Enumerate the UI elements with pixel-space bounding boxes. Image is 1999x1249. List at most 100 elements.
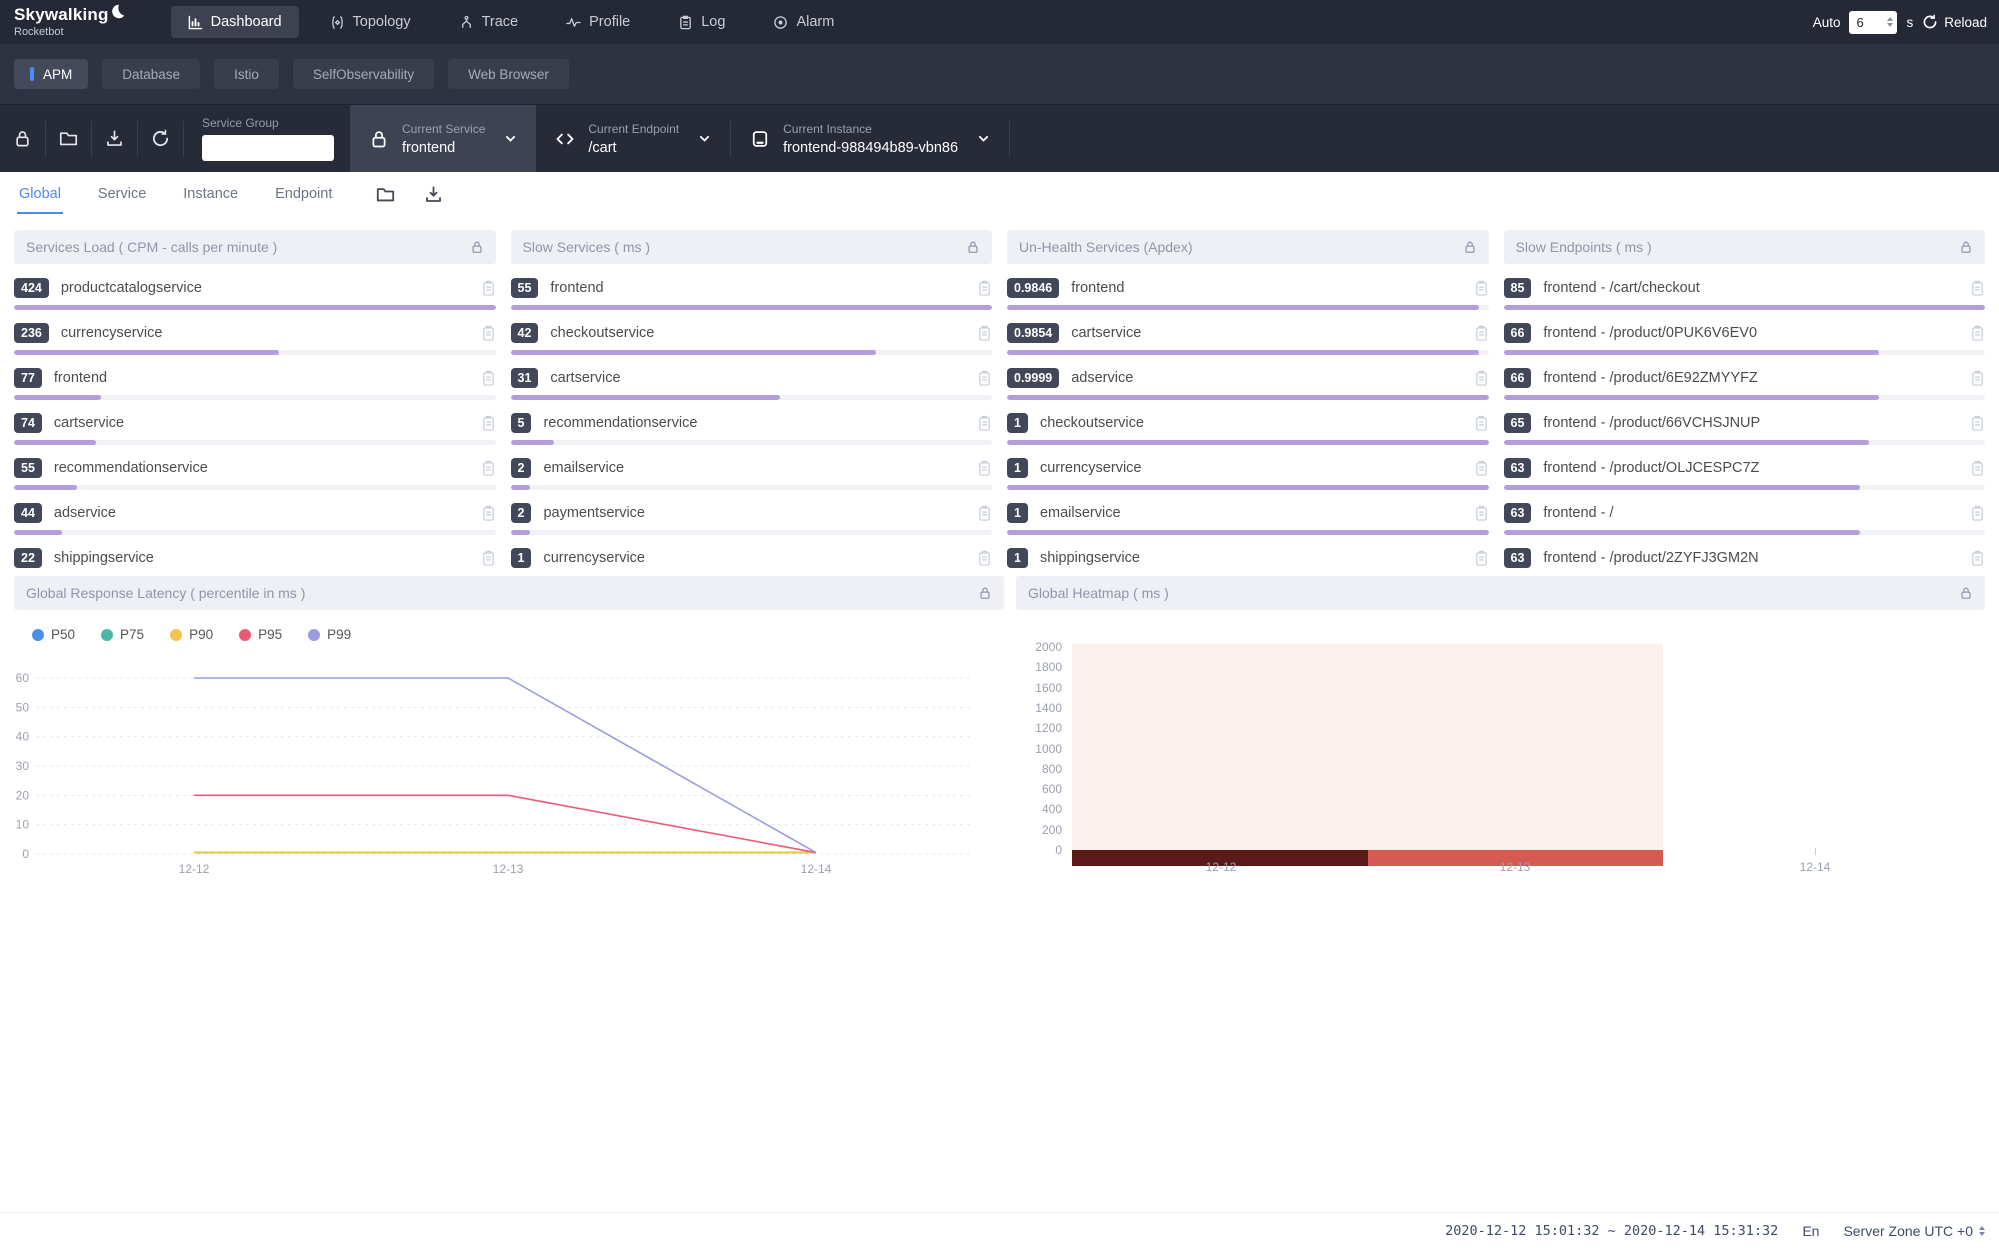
nav-item-topology[interactable]: Topology bbox=[313, 6, 428, 38]
legend-dot bbox=[32, 629, 44, 641]
copy-icon[interactable] bbox=[1970, 415, 1985, 432]
metric-value-badge: 1 bbox=[1007, 548, 1028, 568]
nav-item-profile[interactable]: Profile bbox=[549, 6, 647, 38]
nav-label: Log bbox=[701, 14, 725, 30]
brand-logo: Skywalking Rocketbot bbox=[14, 6, 125, 38]
zone-spinner[interactable] bbox=[1979, 1226, 1985, 1236]
nav-item-log[interactable]: Log bbox=[661, 6, 742, 38]
copy-icon[interactable] bbox=[1970, 280, 1985, 297]
copy-icon[interactable] bbox=[1474, 460, 1489, 477]
folder-icon[interactable] bbox=[46, 129, 91, 148]
legend-item-p75[interactable]: P75 bbox=[101, 627, 144, 642]
metric-list: 85 frontend - /cart/checkout 66 frontend… bbox=[1504, 264, 1986, 570]
copy-icon[interactable] bbox=[977, 325, 992, 342]
copy-icon[interactable] bbox=[1970, 325, 1985, 342]
sync-icon[interactable] bbox=[138, 129, 183, 148]
metric-value-badge: 65 bbox=[1504, 413, 1532, 433]
copy-icon[interactable] bbox=[481, 415, 496, 432]
copy-icon[interactable] bbox=[1970, 370, 1985, 387]
download-icon[interactable] bbox=[424, 185, 443, 204]
group-tab-istio[interactable]: Istio bbox=[214, 59, 279, 89]
legend-dot bbox=[101, 629, 113, 641]
copy-icon[interactable] bbox=[1970, 460, 1985, 477]
copy-icon[interactable] bbox=[481, 370, 496, 387]
copy-icon[interactable] bbox=[977, 550, 992, 567]
copy-icon[interactable] bbox=[1474, 370, 1489, 387]
tab-instance[interactable]: Instance bbox=[181, 174, 240, 214]
copy-icon[interactable] bbox=[977, 370, 992, 387]
copy-icon[interactable] bbox=[481, 280, 496, 297]
copy-icon[interactable] bbox=[977, 415, 992, 432]
list-item: 55 recommendationservice bbox=[14, 450, 496, 495]
lock-icon[interactable] bbox=[966, 240, 980, 254]
auto-interval-input[interactable] bbox=[1849, 11, 1897, 34]
metric-list: 424 productcatalogservice 236 currencyse… bbox=[14, 264, 496, 570]
copy-icon[interactable] bbox=[1474, 505, 1489, 522]
copy-icon[interactable] bbox=[1474, 550, 1489, 567]
heatmap-xtick: 12-14 bbox=[1780, 860, 1850, 874]
group-tab-label: SelfObservability bbox=[313, 67, 414, 82]
host-icon bbox=[750, 129, 770, 149]
metric-value-badge: 63 bbox=[1504, 548, 1532, 568]
group-tab-web-browser[interactable]: Web Browser bbox=[448, 59, 569, 89]
time-range-picker[interactable]: 2020-12-12 15:01:32 ~ 2020-12-14 15:31:3… bbox=[1445, 1223, 1778, 1239]
lock-icon[interactable] bbox=[1463, 240, 1477, 254]
copy-icon[interactable] bbox=[1970, 505, 1985, 522]
heatmap-ytick: 800 bbox=[1028, 761, 1062, 777]
legend-item-p99[interactable]: P99 bbox=[308, 627, 351, 642]
metric-bar-fill bbox=[14, 485, 77, 490]
nav-item-dashboard[interactable]: Dashboard bbox=[171, 6, 299, 38]
copy-icon[interactable] bbox=[1970, 550, 1985, 567]
lock-icon[interactable] bbox=[978, 586, 992, 600]
nav-item-alarm[interactable]: Alarm bbox=[756, 6, 851, 38]
trace-icon bbox=[459, 15, 474, 30]
list-item: 31 cartservice bbox=[511, 360, 993, 405]
metric-value-badge: 55 bbox=[14, 458, 42, 478]
metric-bar-fill bbox=[1007, 350, 1479, 355]
group-tab-database[interactable]: Database bbox=[102, 59, 200, 89]
legend-item-p50[interactable]: P50 bbox=[32, 627, 75, 642]
bar-chart-icon bbox=[188, 15, 203, 30]
metric-list: 0.9846 frontend 0.9854 cartservice 0.999… bbox=[1007, 264, 1489, 570]
copy-icon[interactable] bbox=[481, 460, 496, 477]
server-zone-control[interactable]: Server Zone UTC +0 bbox=[1843, 1223, 1985, 1239]
tab-service[interactable]: Service bbox=[96, 174, 148, 214]
tab-global[interactable]: Global bbox=[17, 174, 63, 214]
legend-item-p90[interactable]: P90 bbox=[170, 627, 213, 642]
series-p95 bbox=[194, 795, 816, 852]
copy-icon[interactable] bbox=[1474, 415, 1489, 432]
lock-icon[interactable] bbox=[1959, 586, 1973, 600]
metric-bar-fill bbox=[1007, 485, 1489, 490]
current-endpoint-selector[interactable]: Current Endpoint /cart bbox=[536, 105, 730, 172]
export-icon[interactable] bbox=[92, 129, 137, 148]
lock-icon[interactable] bbox=[470, 240, 484, 254]
folder-icon[interactable] bbox=[376, 185, 395, 204]
lock-icon[interactable] bbox=[1959, 240, 1973, 254]
current-service-selector[interactable]: Current Service frontend bbox=[350, 105, 536, 172]
number-spinner[interactable] bbox=[1887, 17, 1893, 27]
copy-icon[interactable] bbox=[481, 325, 496, 342]
metric-value-badge: 0.9846 bbox=[1007, 278, 1059, 298]
tab-endpoint[interactable]: Endpoint bbox=[273, 174, 334, 214]
heatmap-ytick: 1400 bbox=[1028, 700, 1062, 716]
lock-icon[interactable] bbox=[0, 129, 45, 148]
auto-interval-value[interactable] bbox=[1856, 15, 1880, 30]
current-instance-selector[interactable]: Current Instance frontend-988494b89-vbn8… bbox=[731, 105, 1009, 172]
copy-icon[interactable] bbox=[481, 550, 496, 567]
reload-button[interactable]: Reload bbox=[1922, 14, 1987, 30]
copy-icon[interactable] bbox=[1474, 325, 1489, 342]
nav-item-trace[interactable]: Trace bbox=[442, 6, 536, 38]
copy-icon[interactable] bbox=[481, 505, 496, 522]
group-tab-selfobservability[interactable]: SelfObservability bbox=[293, 59, 434, 89]
language-toggle[interactable]: En bbox=[1802, 1223, 1819, 1239]
copy-icon[interactable] bbox=[977, 460, 992, 477]
service-group-input[interactable] bbox=[202, 135, 334, 161]
metric-item-name: frontend - /product/6E92ZMYYFZ bbox=[1543, 370, 1970, 386]
copy-icon[interactable] bbox=[977, 505, 992, 522]
copy-icon[interactable] bbox=[977, 280, 992, 297]
selector-value: frontend bbox=[402, 140, 485, 156]
copy-icon[interactable] bbox=[1474, 280, 1489, 297]
metric-item-name: productcatalogservice bbox=[61, 280, 481, 296]
group-tab-apm[interactable]: APM bbox=[14, 59, 88, 89]
legend-item-p95[interactable]: P95 bbox=[239, 627, 282, 642]
